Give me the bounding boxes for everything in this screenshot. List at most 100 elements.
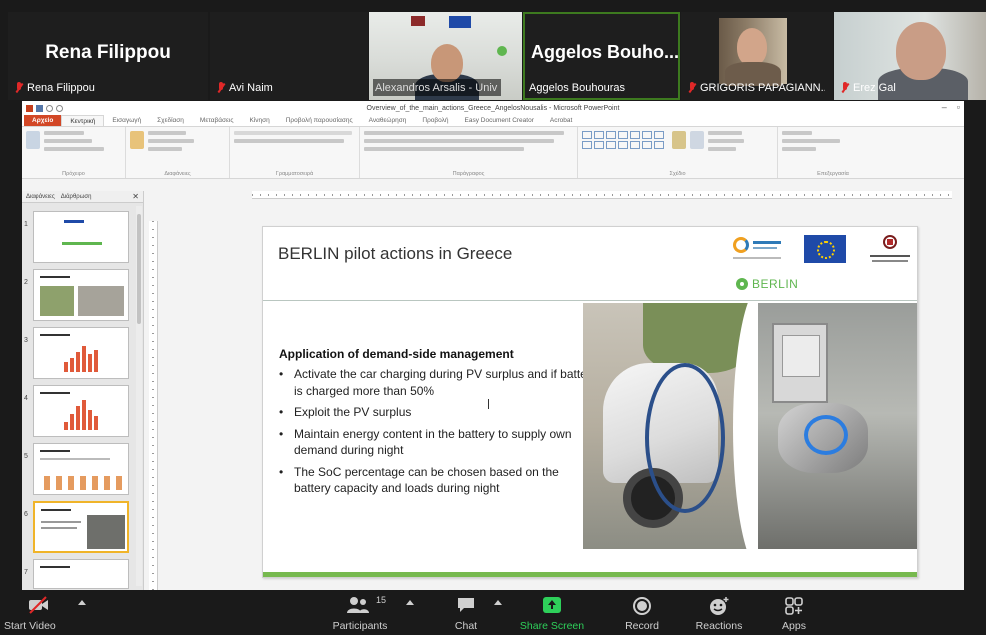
paste-icon[interactable] xyxy=(26,131,40,149)
tab-view[interactable]: Προβολή xyxy=(414,115,456,126)
redo-icon[interactable] xyxy=(56,104,63,112)
reactions-button[interactable]: Reactions xyxy=(688,590,750,635)
slide-thumbnail[interactable] xyxy=(33,327,129,379)
slide-thumbnail[interactable] xyxy=(33,443,129,495)
share-screen-button[interactable]: Share Screen xyxy=(514,590,590,635)
mic-muted-icon xyxy=(840,81,850,94)
shape-effects-button[interactable] xyxy=(708,147,736,151)
smartart-button[interactable] xyxy=(364,147,524,151)
chevron-up-icon[interactable] xyxy=(78,600,86,605)
horizontal-ruler xyxy=(252,191,952,199)
tab-animations[interactable]: Κίνηση xyxy=(241,115,277,126)
ribbon: Πρόχειρο Διαφάνειες Γραμματοσειρά Παράγρ… xyxy=(22,127,964,179)
font-name-select[interactable] xyxy=(234,131,352,135)
participant-display-name: Rena Filippou xyxy=(45,42,171,63)
vertical-ruler xyxy=(149,221,158,590)
tab-design[interactable]: Σχεδίαση xyxy=(149,115,192,126)
format-painter-icon[interactable] xyxy=(44,147,104,151)
thumbnail-scrollbar[interactable] xyxy=(136,206,142,586)
copy-icon[interactable] xyxy=(44,139,92,143)
minimize-icon[interactable]: – xyxy=(942,102,947,112)
new-slide-icon[interactable] xyxy=(130,131,144,149)
face-icon xyxy=(896,22,946,80)
tab-home[interactable]: Κεντρική xyxy=(61,115,105,126)
record-label: Record xyxy=(625,620,659,632)
reactions-label: Reactions xyxy=(695,620,743,632)
ribbon-tabs: Αρχείο Κεντρική Εισαγωγή Σχεδίαση Μεταβά… xyxy=(22,115,964,127)
participant-tile[interactable]: Avi Naim xyxy=(210,12,368,100)
arrange-icon[interactable] xyxy=(672,131,686,149)
tab-transitions[interactable]: Μεταβάσεις xyxy=(192,115,242,126)
tab-slideshow[interactable]: Προβολή παρουσίασης xyxy=(278,115,361,126)
tab-acrobat[interactable]: Acrobat xyxy=(542,115,580,126)
participant-video-tile[interactable]: Erez Gal xyxy=(834,12,986,100)
photo-charger-plug xyxy=(758,303,917,549)
ribbon-group-label: Σχέδιο xyxy=(669,171,686,177)
slide-thumbnails-panel: Διαφάνειες Διάρθρωση ✕ 1 2 3 4 5 6 7 xyxy=(22,191,144,590)
slide-thumbnail-selected[interactable] xyxy=(33,501,129,553)
quick-styles-icon[interactable] xyxy=(690,131,704,149)
undo-icon[interactable] xyxy=(46,104,53,112)
close-icon[interactable]: ✕ xyxy=(132,192,139,201)
layout-icon[interactable] xyxy=(148,131,186,135)
chat-button[interactable]: Chat xyxy=(444,590,488,635)
active-speaker-tile[interactable]: Aggelos Bouho... Aggelos Bouhouras xyxy=(523,12,680,100)
document-title: Overview_of_the_main_actions_Greece_Ange… xyxy=(366,104,620,112)
slide-number: 5 xyxy=(24,453,28,460)
university-seal-logo xyxy=(868,233,912,267)
slide-thumbnail[interactable] xyxy=(33,385,129,437)
participants-button[interactable]: 15 Participants xyxy=(324,590,396,635)
tab-insert[interactable]: Εισαγωγή xyxy=(104,115,149,126)
participant-name-label: Rena Filippou xyxy=(12,79,99,96)
replace-button[interactable] xyxy=(782,139,840,143)
shapes-gallery[interactable] xyxy=(582,131,668,149)
ev-charging-photo xyxy=(583,303,917,549)
title-divider xyxy=(263,300,917,301)
restore-icon[interactable]: ▫ xyxy=(957,102,960,112)
cut-icon[interactable] xyxy=(44,131,84,135)
slide-thumbnail[interactable] xyxy=(33,211,129,263)
section-icon[interactable] xyxy=(148,147,182,151)
participant-tile[interactable]: Rena Filippou Rena Filippou xyxy=(8,12,208,100)
charging-cable-image xyxy=(645,363,725,513)
thumbnail-tabs: Διαφάνειες Διάρθρωση ✕ xyxy=(22,191,143,203)
participant-video-tile[interactable]: Alexandros Arsalis - Univ xyxy=(369,12,522,100)
tab-slides[interactable]: Διαφάνειες xyxy=(26,194,55,200)
tab-outline[interactable]: Διάρθρωση xyxy=(61,194,92,200)
slide-thumbnail[interactable] xyxy=(33,269,129,321)
tab-file[interactable]: Αρχείο xyxy=(24,115,62,126)
record-icon xyxy=(633,597,651,615)
participant-video-tile[interactable]: GRIGORIS PAPAGIANN... xyxy=(681,12,833,100)
participants-label: Participants xyxy=(332,620,388,632)
shape-fill-button[interactable] xyxy=(708,131,742,135)
charger-socket-image xyxy=(772,323,828,403)
chevron-up-icon[interactable] xyxy=(406,600,414,605)
zoom-meeting-window: Rena Filippou Rena Filippou Avi Naim Ale… xyxy=(0,0,986,635)
slide-footer-strip xyxy=(263,572,917,577)
share-screen-icon xyxy=(543,597,561,613)
slide-subheading: Application of demand-side management xyxy=(279,347,514,361)
slide-title: BERLIN pilot actions in Greece xyxy=(278,244,513,263)
apps-label: Apps xyxy=(782,620,806,632)
find-button[interactable] xyxy=(782,131,812,135)
start-video-button[interactable]: Start Video xyxy=(4,590,86,635)
slide-thumbnail[interactable] xyxy=(33,559,129,589)
reset-icon[interactable] xyxy=(148,139,194,143)
chat-label: Chat xyxy=(454,620,478,632)
save-icon[interactable] xyxy=(36,104,43,112)
eu-flag-icon xyxy=(804,235,846,263)
participant-name: Avi Naim xyxy=(229,81,273,94)
font-formatting-buttons[interactable] xyxy=(234,139,344,143)
apps-button[interactable]: Apps xyxy=(772,590,816,635)
select-button[interactable] xyxy=(782,147,816,151)
tab-review[interactable]: Αναθεώρηση xyxy=(361,115,415,126)
record-button[interactable]: Record xyxy=(614,590,670,635)
tab-easy-document-creator[interactable]: Easy Document Creator xyxy=(457,115,542,126)
shape-outline-button[interactable] xyxy=(708,139,744,143)
list-buttons[interactable] xyxy=(364,131,564,135)
slide-number: 3 xyxy=(24,337,28,344)
chevron-up-icon[interactable] xyxy=(494,600,502,605)
participant-name: Erez Gal xyxy=(853,81,896,94)
alignment-buttons[interactable] xyxy=(364,139,554,143)
slide-canvas[interactable]: BERLIN pilot actions in Greece BERLIN Ap… xyxy=(262,226,918,578)
